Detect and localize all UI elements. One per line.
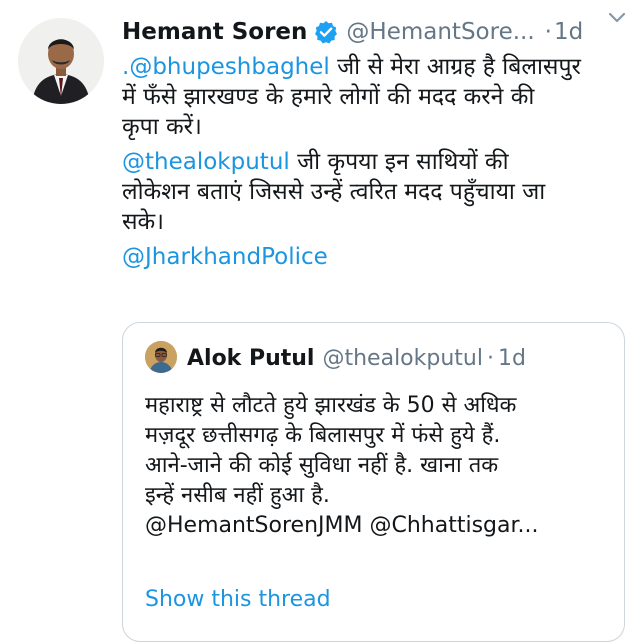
- quoted-mentions-line: @HemantSorenJMM @Chhattisgar...: [145, 513, 539, 538]
- quoted-line: आने-जाने की कोई सुविधा नहीं है. खाना तक: [145, 453, 499, 478]
- tweet-paragraph-2: @thealokputul जी कृपया इन साथियों की लोक…: [122, 147, 632, 237]
- tweet-paragraph-1: .@bhupeshbaghel जी से मेरा आग्रह है बिला…: [122, 52, 632, 142]
- tweet-line: कृपा करें।: [122, 114, 202, 140]
- tweet-line: लोकेशन बताएं जिससे उन्हें त्वरित मदद पहु…: [122, 179, 546, 205]
- tweet-paragraph-3: @JharkhandPolice: [122, 242, 632, 272]
- tweet-text: .@bhupeshbaghel जी से मेरा आग्रह है बिला…: [122, 52, 632, 272]
- quoted-timestamp[interactable]: 1d: [498, 346, 526, 371]
- quoted-author-handle[interactable]: @thealokputul: [322, 346, 483, 371]
- quoted-separator: ·: [486, 345, 494, 371]
- quoted-tweet[interactable]: Alok Putul @thealokputul · 1d महाराष्ट्र…: [122, 322, 625, 642]
- author-name[interactable]: Hemant Soren: [122, 19, 307, 45]
- author-avatar[interactable]: [18, 18, 104, 104]
- mention-link[interactable]: @thealokputul: [122, 149, 290, 175]
- quoted-text: महाराष्ट्र से लौटते हुये झारखंड के 50 से…: [145, 391, 615, 541]
- tweet-line: @thealokputul जी कृपया इन साथियों की: [122, 147, 632, 177]
- tweet-line: सके।: [122, 209, 164, 235]
- tweet-line-text: जी कृपया इन साथियों की: [289, 149, 509, 175]
- tweet-line: में फँसे झारखण्ड के हमारे लोगों की मदद क…: [122, 84, 535, 110]
- quoted-header: Alok Putul @thealokputul · 1d: [187, 343, 526, 373]
- tweet-header: Hemant Soren @HemantSore... · 1d: [122, 14, 632, 50]
- chevron-down-icon[interactable]: [606, 6, 628, 28]
- quoted-author-name[interactable]: Alok Putul: [187, 346, 314, 371]
- quoted-author-avatar[interactable]: [145, 341, 177, 373]
- quoted-line: मज़दूर छत्तीसगढ़ के बिलासपुर में फंसे हु…: [145, 423, 501, 448]
- header-separator: ·: [544, 19, 552, 45]
- mention-link[interactable]: @JharkhandPolice: [122, 244, 328, 270]
- quoted-line: इन्हें नसीब नहीं हुआ है.: [145, 483, 330, 508]
- show-thread-link[interactable]: Show this thread: [145, 587, 331, 612]
- quoted-line: महाराष्ट्र से लौटते हुये झारखंड के 50 से…: [145, 393, 517, 418]
- mention-link[interactable]: @bhupeshbaghel: [129, 54, 329, 80]
- tweet-line: .@bhupeshbaghel जी से मेरा आग्रह है बिला…: [122, 52, 632, 82]
- verified-badge-icon: [314, 20, 338, 44]
- tweet-line-text: जी से मेरा आग्रह है बिलासपुर: [329, 54, 581, 80]
- tweet: Hemant Soren @HemantSore... · 1d .@bhupe…: [0, 0, 640, 642]
- author-handle[interactable]: @HemantSore...: [346, 19, 534, 45]
- tweet-line: @JharkhandPolice: [122, 242, 632, 272]
- tweet-timestamp[interactable]: 1d: [554, 19, 583, 45]
